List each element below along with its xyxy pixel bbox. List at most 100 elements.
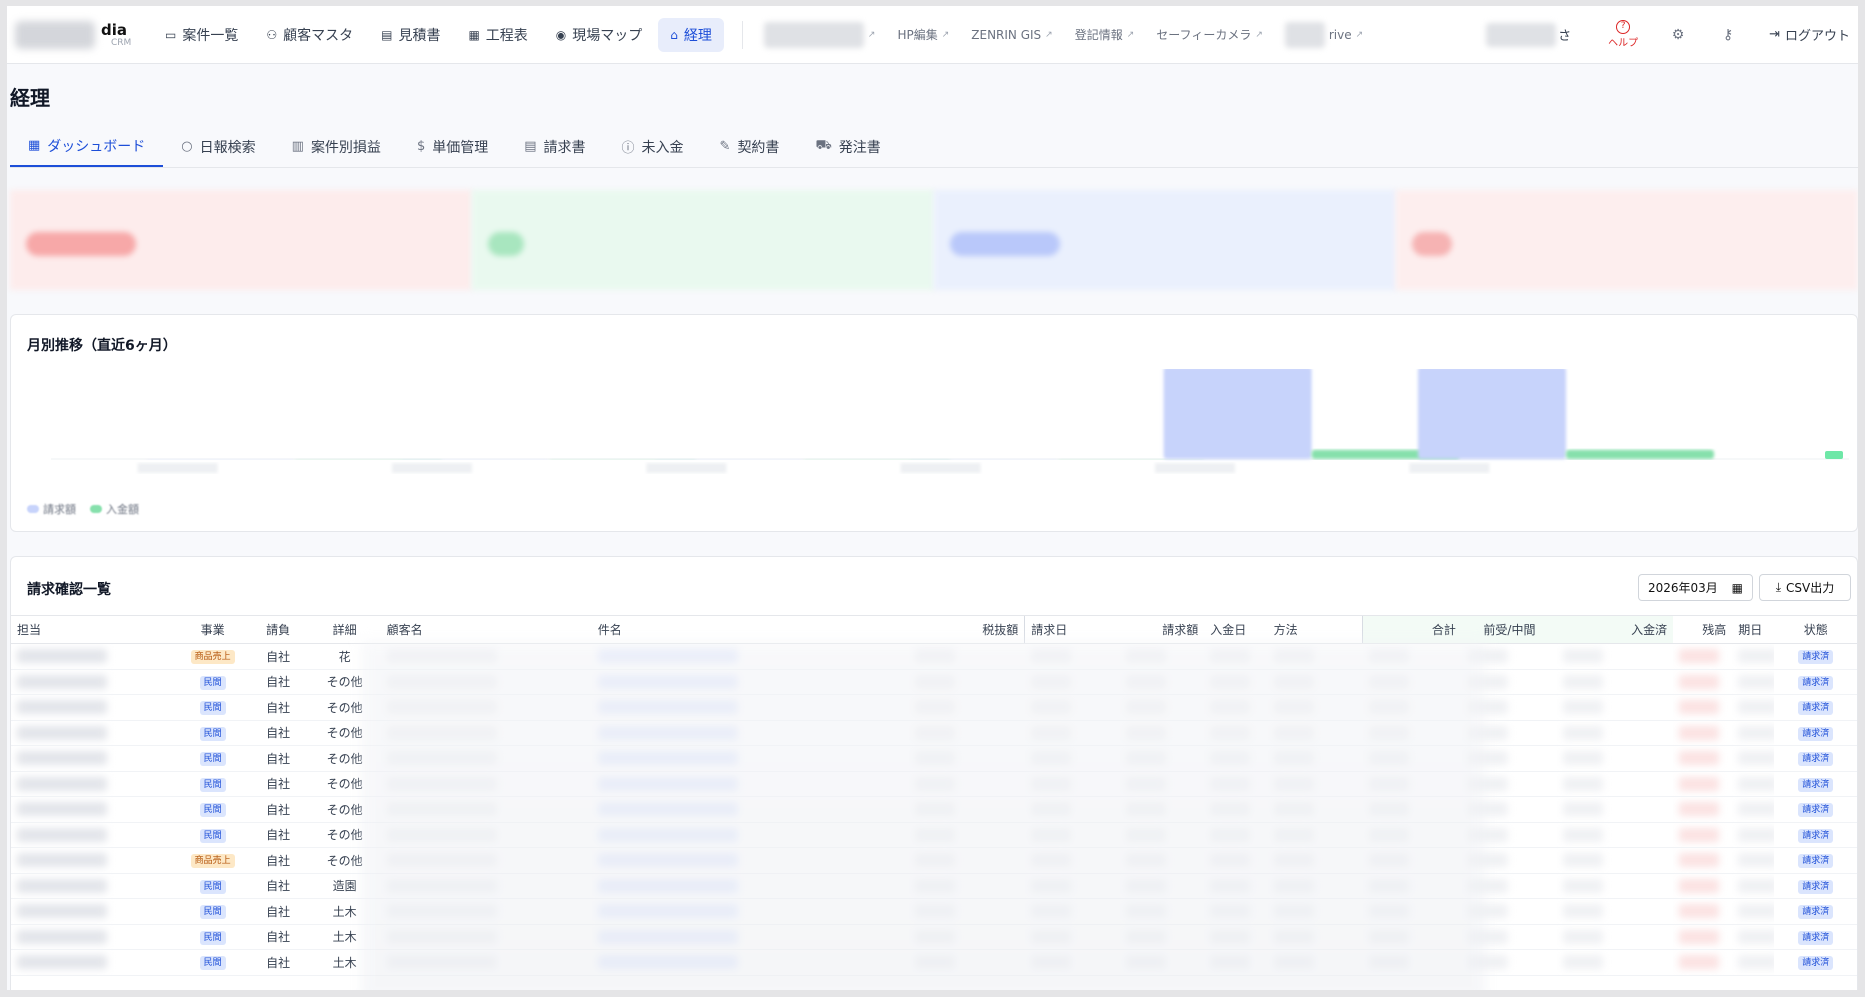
- nav-item-0[interactable]: ▭ 案件一覧: [153, 18, 250, 52]
- legend-item-1[interactable]: 入金額: [90, 501, 139, 517]
- table-row[interactable]: 民間 自社 その他 請求済: [11, 720, 1857, 746]
- redacted-text: [1562, 725, 1603, 740]
- tab-6[interactable]: ✎ 契約書: [702, 126, 798, 167]
- redacted-text: [1738, 725, 1775, 740]
- tab-3[interactable]: $ 単価管理: [399, 126, 506, 167]
- redacted-text: [1679, 827, 1720, 842]
- table-row[interactable]: 民間 自社 造園 請求済: [11, 873, 1857, 899]
- redacted-cell: [1673, 822, 1733, 848]
- column-header-5[interactable]: 件名: [591, 615, 909, 644]
- key-button[interactable]: ⚷: [1703, 27, 1753, 43]
- logout-button[interactable]: ⇥ ログアウト: [1753, 25, 1858, 44]
- settings-button[interactable]: ⚙: [1653, 27, 1703, 43]
- external-link-3[interactable]: セーフィーカメラ ↗: [1145, 26, 1274, 43]
- column-header-10[interactable]: 方法: [1267, 615, 1363, 644]
- status-badge[interactable]: 請求済: [1798, 879, 1834, 894]
- external-link-redacted[interactable]: ↗: [753, 21, 887, 48]
- status-badge[interactable]: 請求済: [1798, 956, 1834, 971]
- tab-4[interactable]: ▤ 請求書: [506, 126, 603, 167]
- chart-bar-請求額-0[interactable]: [146, 459, 295, 460]
- legend-item-0[interactable]: 請求額: [27, 501, 76, 517]
- redacted-cell: [1362, 924, 1462, 950]
- column-header-6[interactable]: 税抜額: [908, 615, 1025, 644]
- status-badge[interactable]: 請求済: [1798, 930, 1834, 945]
- table-row[interactable]: 民間 自社 その他 請求済: [11, 669, 1857, 695]
- tab-1[interactable]: ○ 日報検索: [163, 126, 273, 167]
- column-header-0[interactable]: 担当: [11, 615, 178, 644]
- external-link-1[interactable]: ZENRIN GIS ↗: [960, 26, 1063, 43]
- status-badge[interactable]: 請求済: [1798, 701, 1834, 716]
- column-header-16[interactable]: 状態: [1774, 615, 1857, 644]
- month-picker[interactable]: 2026年03月 ▦: [1638, 574, 1753, 601]
- table-row[interactable]: 民間 自社 その他 請求済: [11, 771, 1857, 797]
- redacted-cell: [908, 771, 1025, 797]
- contract-cell: 自社: [247, 847, 309, 874]
- chart-bar-入金額-5[interactable]: [1566, 449, 1714, 459]
- app-logo[interactable]: dia CRM: [11, 6, 131, 64]
- column-header-9[interactable]: 入金日: [1204, 615, 1268, 644]
- table-row[interactable]: 民間 自社 その他 請求済: [11, 822, 1857, 848]
- x-tick-label-redacted: [900, 463, 981, 473]
- external-link-2[interactable]: 登記情報 ↗: [1064, 26, 1146, 43]
- chart-bar-請求額-4[interactable]: [1163, 369, 1312, 459]
- column-header-4[interactable]: 顧客名: [380, 615, 592, 644]
- table-row[interactable]: 民間 自社 土木 請求済: [11, 898, 1857, 925]
- chart-bar-請求額-1[interactable]: [400, 459, 549, 460]
- status-badge[interactable]: 請求済: [1798, 803, 1834, 818]
- table-row[interactable]: 民間 自社 土木 請求済: [11, 949, 1857, 976]
- column-header-14[interactable]: 残高: [1673, 615, 1733, 644]
- status-badge[interactable]: 請求済: [1798, 854, 1834, 869]
- csv-export-button[interactable]: ⤓ CSV出力: [1759, 574, 1851, 601]
- redacted-cell: [591, 643, 909, 670]
- tab-0[interactable]: ▦ ダッシュボード: [10, 126, 164, 167]
- table-row[interactable]: 民間 自社 その他 請求済: [11, 796, 1857, 823]
- column-header-3[interactable]: 詳細: [308, 615, 381, 644]
- column-header-11[interactable]: 合計: [1362, 615, 1462, 644]
- column-header-7[interactable]: 請求日: [1024, 615, 1120, 644]
- tab-label: ダッシュボード: [47, 138, 146, 155]
- assignee-cell: [11, 720, 178, 746]
- column-header-1[interactable]: 事業: [177, 615, 248, 644]
- status-badge[interactable]: 請求済: [1798, 650, 1834, 665]
- status-badge[interactable]: 請求済: [1798, 828, 1834, 843]
- chart-bar-請求額-5[interactable]: [1418, 369, 1566, 459]
- nav-item-2[interactable]: ▤ 見積書: [369, 18, 452, 52]
- column-header-15[interactable]: 期日: [1732, 615, 1775, 644]
- chart-bar-入金額-3[interactable]: [1057, 459, 1206, 460]
- table-row[interactable]: 民間 自社 土木 請求済: [11, 924, 1857, 950]
- table-row[interactable]: 民間 自社 その他 請求済: [11, 694, 1857, 721]
- redacted-cell: [1267, 745, 1363, 772]
- column-header-12[interactable]: 前受/中間: [1461, 615, 1557, 644]
- table-row[interactable]: 民間 自社 その他 請求済: [11, 745, 1857, 772]
- column-header-8[interactable]: 請求額: [1119, 615, 1205, 644]
- status-badge[interactable]: 請求済: [1798, 675, 1834, 690]
- tab-2[interactable]: ▥ 案件別損益: [274, 126, 399, 167]
- redacted-cell: [1362, 745, 1462, 772]
- status-badge[interactable]: 請求済: [1798, 777, 1834, 792]
- nav-item-4[interactable]: ◉ 現場マップ: [544, 18, 654, 52]
- nav-item-5[interactable]: ⌂ 経理: [658, 17, 724, 52]
- column-header-2[interactable]: 請負: [247, 615, 309, 644]
- help-button[interactable]: ? ヘルプ: [1593, 20, 1653, 49]
- nav-item-1[interactable]: ⚇ 顧客マスタ: [254, 18, 365, 52]
- table-row[interactable]: 商品売上 自社 その他 請求済: [11, 847, 1857, 874]
- tab-5[interactable]: ⓘ 未入金: [604, 126, 702, 167]
- column-header-13[interactable]: 入金済: [1556, 615, 1674, 644]
- redacted-text: [597, 853, 738, 868]
- chart-bar-請求額-3[interactable]: [909, 459, 1058, 460]
- nav-item-3[interactable]: ▦ 工程表: [456, 18, 539, 52]
- tab-7[interactable]: ⛟ 発注書: [797, 126, 898, 167]
- redacted-cell: [908, 898, 1025, 925]
- status-badge[interactable]: 請求済: [1798, 752, 1834, 767]
- status-badge[interactable]: 請求済: [1798, 905, 1834, 920]
- kpi-card-redacted: [1396, 190, 1858, 290]
- key-icon: ⚷: [1722, 26, 1734, 43]
- redacted-cell: [1732, 898, 1775, 925]
- external-link-drive[interactable]: rive ↗: [1274, 21, 1374, 48]
- status-cell: 請求済: [1774, 924, 1857, 950]
- table-row[interactable]: 商品売上 自社花 請求済: [11, 643, 1857, 670]
- redacted-text: [1738, 955, 1775, 970]
- external-link-0[interactable]: HP編集 ↗: [886, 26, 960, 43]
- status-badge[interactable]: 請求済: [1798, 726, 1834, 741]
- chart-bar-請求額-2[interactable]: [655, 459, 803, 460]
